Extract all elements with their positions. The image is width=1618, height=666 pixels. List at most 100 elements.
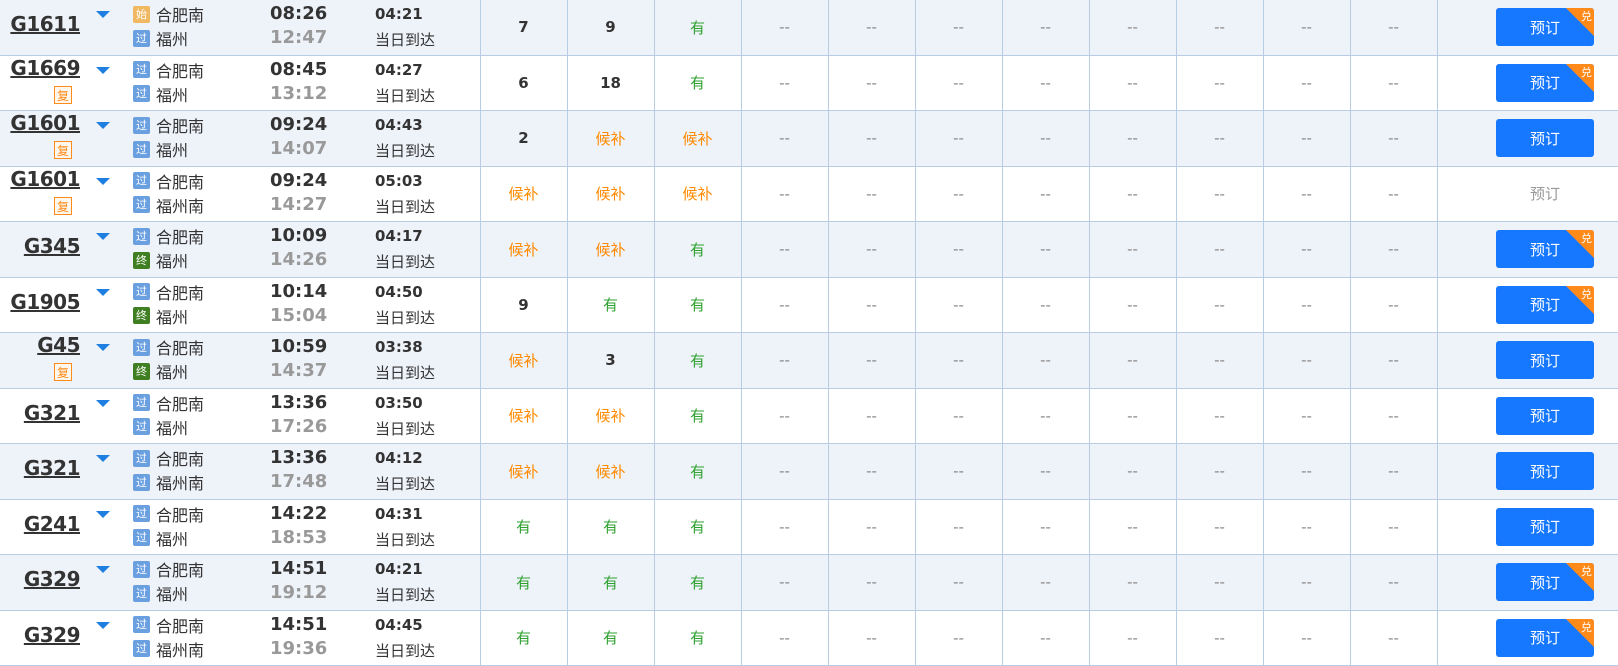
chevron-down-icon[interactable] [96, 344, 110, 351]
book-button[interactable]: 预订 兑 [1496, 285, 1594, 324]
from-station-link[interactable]: 合肥南 [156, 557, 204, 581]
to-station-link[interactable]: 福州 [156, 359, 188, 383]
seat-availability-empty: -- [953, 240, 964, 259]
book-button[interactable]: 预订 兑 [1496, 563, 1594, 602]
departure-time: 14:51 [270, 558, 328, 579]
to-station-link[interactable]: 福州 [156, 26, 188, 50]
time-cell: 13:36 17:26 [270, 389, 370, 444]
from-station-link[interactable]: 合肥南 [156, 391, 204, 415]
book-button[interactable]: 预订 [1496, 119, 1594, 158]
seat-availability[interactable]: 候补 [480, 444, 567, 499]
seat-availability-empty: -- [1301, 517, 1312, 536]
seat-availability-empty: -- [1127, 628, 1138, 647]
from-station-link[interactable]: 合肥南 [156, 58, 204, 82]
train-number-link[interactable]: G321 [24, 456, 81, 480]
chevron-down-icon[interactable] [96, 621, 110, 629]
train-number-link[interactable]: G345 [24, 234, 81, 258]
train-number-link[interactable]: G1669 [10, 56, 80, 80]
book-button[interactable]: 预订 兑 [1496, 8, 1594, 47]
seat-availability[interactable]: 候补 [480, 167, 567, 222]
seat-availability-empty: -- [779, 184, 790, 203]
seat-availability[interactable]: 候补 [567, 444, 654, 499]
chevron-down-icon[interactable] [96, 233, 110, 240]
to-station-link[interactable]: 福州 [156, 581, 188, 605]
seat-availability: 有 [515, 518, 531, 537]
column-divider [567, 55, 568, 110]
chevron-down-icon[interactable] [96, 510, 110, 518]
seat-availability[interactable]: 候补 [567, 222, 654, 277]
seat-availability[interactable]: 候补 [480, 222, 567, 277]
exchange-label: 兑 [1581, 620, 1592, 634]
table-row: G1669 复 过 合肥南 过 福州 08:45 13:12 04:27 当日到… [0, 55, 1618, 111]
seat-availability: 有 [689, 74, 705, 93]
book-button[interactable]: 预订 [1496, 396, 1594, 435]
book-button[interactable]: 预订 兑 [1496, 618, 1594, 657]
train-number-link[interactable]: G329 [24, 623, 81, 647]
train-number-link[interactable]: G45 [37, 333, 80, 357]
to-station-link[interactable]: 福州 [156, 415, 188, 439]
train-number-link[interactable]: G1611 [10, 12, 80, 36]
column-divider [1263, 333, 1264, 388]
seat-availability-empty: -- [779, 628, 790, 647]
column-divider [828, 444, 829, 499]
from-station-link[interactable]: 合肥南 [156, 502, 204, 526]
from-station-link[interactable]: 合肥南 [156, 224, 204, 248]
book-button[interactable]: 预订 [1496, 452, 1594, 491]
chevron-down-icon[interactable] [96, 566, 110, 573]
from-station-link[interactable]: 合肥南 [156, 2, 204, 26]
seat-availability-empty: -- [866, 351, 877, 370]
column-divider [828, 499, 829, 554]
chevron-down-icon[interactable] [96, 288, 110, 296]
seat-availability: 9 [605, 18, 616, 37]
chevron-down-icon[interactable] [96, 11, 110, 18]
departure-time: 09:24 [270, 114, 328, 135]
seat-availability[interactable]: 候补 [654, 167, 741, 222]
book-button[interactable]: 预订 兑 [1496, 230, 1594, 269]
to-station-link[interactable]: 福州 [156, 304, 188, 328]
seat-availability[interactable]: 候补 [480, 333, 567, 388]
chevron-down-icon[interactable] [96, 399, 110, 407]
station-cell: 过 合肥南 过 福州 [133, 389, 263, 444]
seat-availability[interactable]: 候补 [567, 389, 654, 444]
station-cell: 过 合肥南 过 福州 [133, 111, 263, 166]
train-number-link[interactable]: G1601 [10, 111, 80, 135]
to-station-link[interactable]: 福州 [156, 82, 188, 106]
to-station-link[interactable]: 福州南 [156, 637, 204, 661]
column-divider [654, 277, 655, 332]
to-station-link[interactable]: 福州南 [156, 193, 204, 217]
arrival-time: 14:27 [270, 193, 328, 215]
column-divider [567, 444, 568, 499]
to-station-link[interactable]: 福州南 [156, 470, 204, 494]
seat-availability[interactable]: 候补 [480, 389, 567, 444]
chevron-down-icon[interactable] [96, 66, 110, 74]
from-station-link[interactable]: 合肥南 [156, 113, 204, 137]
to-station-link[interactable]: 福州 [156, 248, 188, 272]
seat-availability-empty: -- [1040, 129, 1051, 148]
exchange-label: 兑 [1581, 287, 1592, 301]
from-station-link[interactable]: 合肥南 [156, 613, 204, 637]
seat-availability[interactable]: 候补 [567, 167, 654, 222]
book-button[interactable]: 预订 [1496, 507, 1594, 546]
station-cell: 过 合肥南 过 福州 [133, 555, 263, 610]
to-station-link[interactable]: 福州 [156, 137, 188, 161]
to-station-link[interactable]: 福州 [156, 526, 188, 550]
column-divider [828, 111, 829, 166]
from-station-link[interactable]: 合肥南 [156, 335, 204, 359]
column-divider [1437, 55, 1438, 110]
column-divider [567, 111, 568, 166]
book-button[interactable]: 预订 兑 [1496, 63, 1594, 102]
chevron-down-icon[interactable] [96, 122, 110, 129]
from-station-link[interactable]: 合肥南 [156, 446, 204, 470]
seat-availability[interactable]: 候补 [654, 111, 741, 166]
train-number-link[interactable]: G329 [24, 567, 81, 591]
train-number-link[interactable]: G1905 [10, 290, 80, 314]
from-station-link[interactable]: 合肥南 [156, 280, 204, 304]
seat-availability[interactable]: 候补 [567, 111, 654, 166]
train-number-link[interactable]: G1601 [10, 167, 80, 191]
from-station-link[interactable]: 合肥南 [156, 169, 204, 193]
train-number-link[interactable]: G321 [24, 401, 81, 425]
book-button[interactable]: 预订 [1496, 341, 1594, 380]
train-number-link[interactable]: G241 [24, 512, 81, 536]
chevron-down-icon[interactable] [96, 177, 110, 185]
chevron-down-icon[interactable] [96, 455, 110, 462]
